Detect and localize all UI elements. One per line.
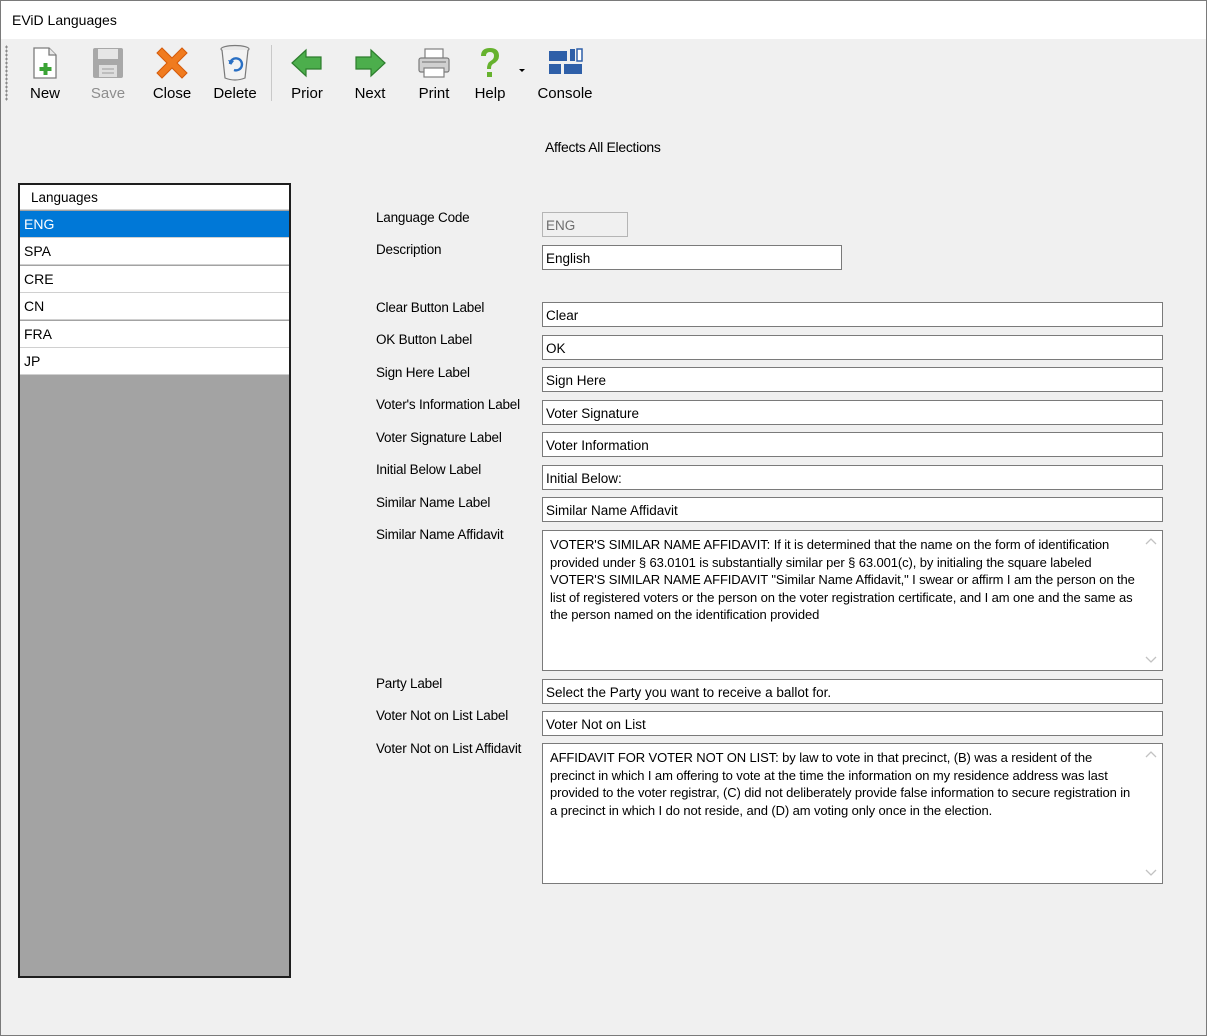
recycle-bin-icon — [220, 44, 250, 81]
voter-not-on-list-label-field[interactable]: Voter Not on List — [542, 711, 1163, 736]
delete-button[interactable]: Delete — [213, 43, 257, 105]
floppy-disk-icon — [93, 48, 123, 78]
question-mark-icon — [481, 48, 499, 77]
language-row-spa[interactable]: SPA — [20, 238, 289, 265]
new-button[interactable]: New — [25, 43, 65, 105]
voter-not-on-list-affidavit-textarea[interactable]: AFFIDAVIT FOR VOTER NOT ON LIST: by law … — [542, 743, 1163, 884]
save-button[interactable]: Save — [88, 43, 128, 105]
languages-list[interactable]: Languages ENG SPA CRE CN FRA JP — [18, 183, 291, 978]
language-code-field[interactable]: ENG — [542, 212, 628, 237]
voter-signature-label-label: Voter Signature Label — [376, 430, 502, 445]
similar-name-label-field[interactable]: Similar Name Affidavit — [542, 497, 1163, 522]
sign-here-label-label: Sign Here Label — [376, 365, 470, 380]
red-x-icon — [156, 47, 188, 79]
new-button-label: New — [29, 85, 60, 102]
close-button[interactable]: Close — [151, 43, 193, 105]
similar-name-affidavit-textarea[interactable]: VOTER'S SIMILAR NAME AFFIDAVIT: If it is… — [542, 530, 1163, 671]
similar-name-affidavit-scrollbar[interactable] — [1141, 531, 1162, 670]
help-button-label: Help — [474, 85, 506, 102]
voter-not-on-list-affidavit-text: AFFIDAVIT FOR VOTER NOT ON LIST: by law … — [550, 750, 1131, 818]
voters-information-label-field[interactable]: Voter Signature — [542, 400, 1163, 425]
clear-button-label-field[interactable]: Clear — [542, 302, 1163, 327]
description-label: Description — [376, 242, 442, 257]
console-tiles-icon — [549, 48, 583, 74]
prior-button[interactable]: Prior — [287, 43, 327, 105]
similar-name-label-label: Similar Name Label — [376, 495, 491, 510]
ok-button-label-field[interactable]: OK — [542, 335, 1163, 360]
next-button[interactable]: Next — [350, 43, 390, 105]
printer-icon — [418, 48, 450, 78]
initial-below-label-field[interactable]: Initial Below: — [542, 465, 1163, 490]
party-label-field[interactable]: Select the Party you want to receive a b… — [542, 679, 1163, 704]
scroll-up-icon[interactable] — [1145, 750, 1157, 760]
voters-information-label-label: Voter's Information Label — [376, 397, 520, 412]
toolbar-grip[interactable] — [5, 45, 8, 101]
console-button[interactable]: Console — [536, 43, 594, 105]
languages-column-header[interactable]: Languages — [20, 185, 289, 210]
affects-all-elections-label: Affects All Elections — [545, 139, 661, 155]
green-right-arrow-icon — [355, 48, 386, 78]
similar-name-affidavit-label: Similar Name Affidavit — [376, 527, 504, 542]
language-row-cre[interactable]: CRE — [20, 266, 289, 293]
sign-here-label-field[interactable]: Sign Here — [542, 367, 1163, 392]
print-button-label: Print — [418, 85, 450, 102]
ok-button-label-label: OK Button Label — [376, 332, 473, 347]
toolbar-separator — [271, 45, 272, 101]
language-row-eng[interactable]: ENG — [20, 211, 289, 238]
title-bar: EViD Languages — [1, 1, 1206, 39]
voter-not-on-list-affidavit-scrollbar[interactable] — [1141, 744, 1162, 883]
language-row-jp[interactable]: JP — [20, 348, 289, 375]
language-code-label: Language Code — [376, 210, 470, 225]
evid-languages-window: EViD Languages New Save Close Delete Pri… — [0, 0, 1207, 1036]
scroll-up-icon[interactable] — [1145, 537, 1157, 547]
close-button-label: Close — [152, 85, 192, 102]
similar-name-affidavit-text: VOTER'S SIMILAR NAME AFFIDAVIT: If it is… — [550, 537, 1135, 623]
description-field[interactable]: English — [542, 245, 842, 270]
voter-not-on-list-affidavit-label: Voter Not on List Affidavit — [376, 741, 522, 756]
clear-button-label-label: Clear Button Label — [376, 300, 485, 315]
print-button[interactable]: Print — [414, 43, 454, 105]
language-row-fra[interactable]: FRA — [20, 321, 289, 348]
delete-button-label: Delete — [213, 85, 257, 102]
voter-not-on-list-label-label: Voter Not on List Label — [376, 708, 508, 723]
scroll-down-icon[interactable] — [1145, 654, 1157, 664]
console-button-label: Console — [537, 85, 593, 102]
help-button[interactable]: Help — [470, 43, 510, 105]
scroll-down-icon[interactable] — [1145, 867, 1157, 877]
help-dropdown-caret-icon[interactable] — [519, 69, 525, 72]
green-left-arrow-icon — [291, 48, 322, 78]
party-label-label: Party Label — [376, 676, 443, 691]
new-document-icon — [33, 47, 57, 79]
prior-button-label: Prior — [291, 85, 323, 102]
toolbar: New Save Close Delete Prior Next Print H… — [1, 39, 1206, 107]
language-row-cn[interactable]: CN — [20, 293, 289, 320]
initial-below-label-label: Initial Below Label — [376, 462, 482, 477]
window-title: EViD Languages — [12, 12, 117, 28]
voter-signature-label-field[interactable]: Voter Information — [542, 432, 1163, 457]
next-button-label: Next — [354, 85, 386, 102]
save-button-label: Save — [90, 85, 126, 102]
